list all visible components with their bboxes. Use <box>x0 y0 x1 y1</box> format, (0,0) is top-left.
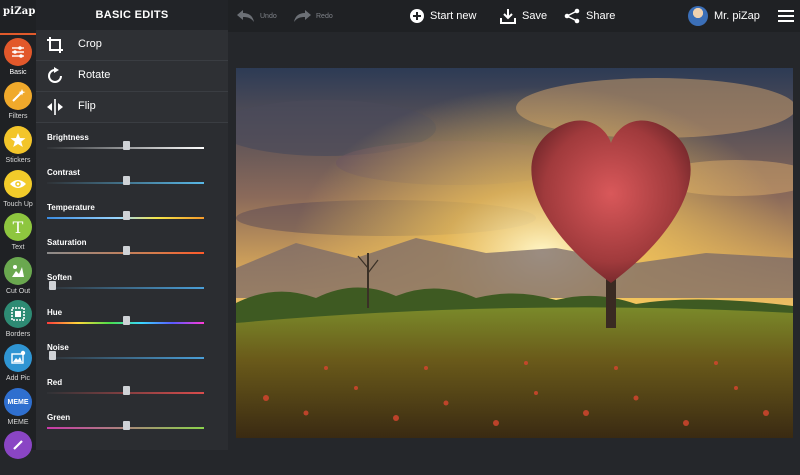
slider-handle[interactable] <box>123 386 130 395</box>
hamburger-menu-icon <box>778 10 794 22</box>
edited-photo[interactable] <box>236 68 793 438</box>
menu-button[interactable] <box>778 0 794 32</box>
plus-circle-icon <box>410 9 424 23</box>
user-profile[interactable]: Mr. piZap <box>688 0 760 32</box>
flip-label: Flip <box>78 100 96 112</box>
rail-item-text[interactable]: T Text <box>0 213 36 257</box>
paint-brush-icon <box>4 431 32 459</box>
eye-icon <box>4 170 32 198</box>
tool-rail: piZap Basic Filters Stickers Touch Up T … <box>0 0 36 459</box>
contrast-slider[interactable]: Contrast <box>36 168 228 203</box>
rail-item-borders[interactable]: Borders <box>0 300 36 344</box>
rail-item-touch-up[interactable]: Touch Up <box>0 170 36 214</box>
share-button[interactable]: Share <box>564 0 615 32</box>
rail-label: Borders <box>5 331 31 338</box>
slider-label: Temperature <box>47 203 95 212</box>
soften-slider[interactable]: Soften <box>36 273 228 308</box>
slider-label: Contrast <box>47 168 80 177</box>
rail-label: Filters <box>8 113 28 120</box>
undo-icon <box>237 10 254 22</box>
green-slider[interactable]: Green <box>36 413 228 448</box>
avatar <box>688 6 708 26</box>
cutout-scissors-icon <box>4 257 32 285</box>
share-icon <box>564 8 580 24</box>
slider-track[interactable] <box>47 357 204 359</box>
rail-label: Cut Out <box>5 288 31 295</box>
crop-icon <box>47 37 63 53</box>
red-slider[interactable]: Red <box>36 378 228 413</box>
rail-item-meme[interactable]: MEME MEME <box>0 388 36 432</box>
slider-track[interactable] <box>47 287 204 289</box>
undo-button[interactable]: Undo <box>236 0 277 32</box>
start-new-button[interactable]: Start new <box>410 0 476 32</box>
slider-label: Hue <box>47 308 63 317</box>
panel-title: BASIC EDITS <box>36 0 228 30</box>
rail-item-draw[interactable] <box>0 431 36 475</box>
active-tab-indicator <box>0 33 36 35</box>
crop-label: Crop <box>78 38 102 50</box>
rotate-label: Rotate <box>78 69 111 81</box>
undo-label: Undo <box>260 12 277 20</box>
slider-label: Saturation <box>47 238 87 247</box>
redo-button[interactable]: Redo <box>292 0 333 32</box>
brightness-slider[interactable]: Brightness <box>36 133 228 168</box>
heart-tree-landscape-image <box>236 68 793 438</box>
slider-label: Green <box>47 413 71 422</box>
share-label: Share <box>586 10 616 22</box>
rail-item-add-pic[interactable]: Add Pic <box>0 344 36 388</box>
rotate-icon <box>48 67 62 83</box>
slider-handle[interactable] <box>123 316 130 325</box>
rotate-button[interactable]: Rotate <box>36 61 228 92</box>
rail-label: Text <box>11 244 25 251</box>
flip-button[interactable]: Flip <box>36 92 228 123</box>
saturation-slider[interactable]: Saturation <box>36 238 228 273</box>
save-button[interactable]: Save <box>500 0 547 32</box>
temperature-slider[interactable]: Temperature <box>36 203 228 238</box>
slider-label: Brightness <box>47 133 89 142</box>
redo-label: Redo <box>316 12 333 20</box>
download-icon <box>500 9 516 24</box>
hue-slider[interactable]: Hue <box>36 308 228 343</box>
meme-icon: MEME <box>4 388 32 416</box>
redo-icon <box>294 10 311 22</box>
rail-item-stickers[interactable]: Stickers <box>0 126 36 170</box>
app-logo: piZap <box>3 6 36 17</box>
user-name: Mr. piZap <box>714 10 760 22</box>
slider-label: Red <box>47 378 63 387</box>
noise-slider[interactable]: Noise <box>36 343 228 378</box>
rail-label: Basic <box>9 69 27 76</box>
editor-canvas <box>228 32 800 450</box>
basic-icon <box>4 38 32 66</box>
slider-handle[interactable] <box>49 351 56 360</box>
rail-item-basic[interactable]: Basic <box>0 38 36 82</box>
rail-label: Touch Up <box>3 201 33 208</box>
crop-button[interactable]: Crop <box>36 30 228 61</box>
magic-wand-icon <box>4 82 32 110</box>
slider-handle[interactable] <box>123 246 130 255</box>
rail-label: MEME <box>7 419 29 426</box>
sticker-star-icon <box>4 126 32 154</box>
basic-edits-panel: BASIC EDITS Crop Rotate Flip Brightness … <box>36 0 228 450</box>
top-toolbar: Undo Redo Start new Save Share Mr. piZap <box>228 0 800 32</box>
rail-item-filters[interactable]: Filters <box>0 82 36 126</box>
slider-handle[interactable] <box>123 176 130 185</box>
slider-handle[interactable] <box>123 211 130 220</box>
slider-handle[interactable] <box>123 141 130 150</box>
save-label: Save <box>522 10 548 22</box>
slider-handle[interactable] <box>49 281 56 290</box>
rail-label: Add Pic <box>5 375 31 382</box>
rail-label: Stickers <box>5 157 31 164</box>
slider-handle[interactable] <box>123 421 130 430</box>
text-icon: T <box>4 213 32 241</box>
start-new-label: Start new <box>430 10 477 22</box>
meme-icon-text: MEME <box>7 398 29 406</box>
rail-item-cut-out[interactable]: Cut Out <box>0 257 36 301</box>
border-frame-icon <box>4 300 32 328</box>
add-picture-icon <box>4 344 32 372</box>
flip-icon <box>47 99 63 115</box>
